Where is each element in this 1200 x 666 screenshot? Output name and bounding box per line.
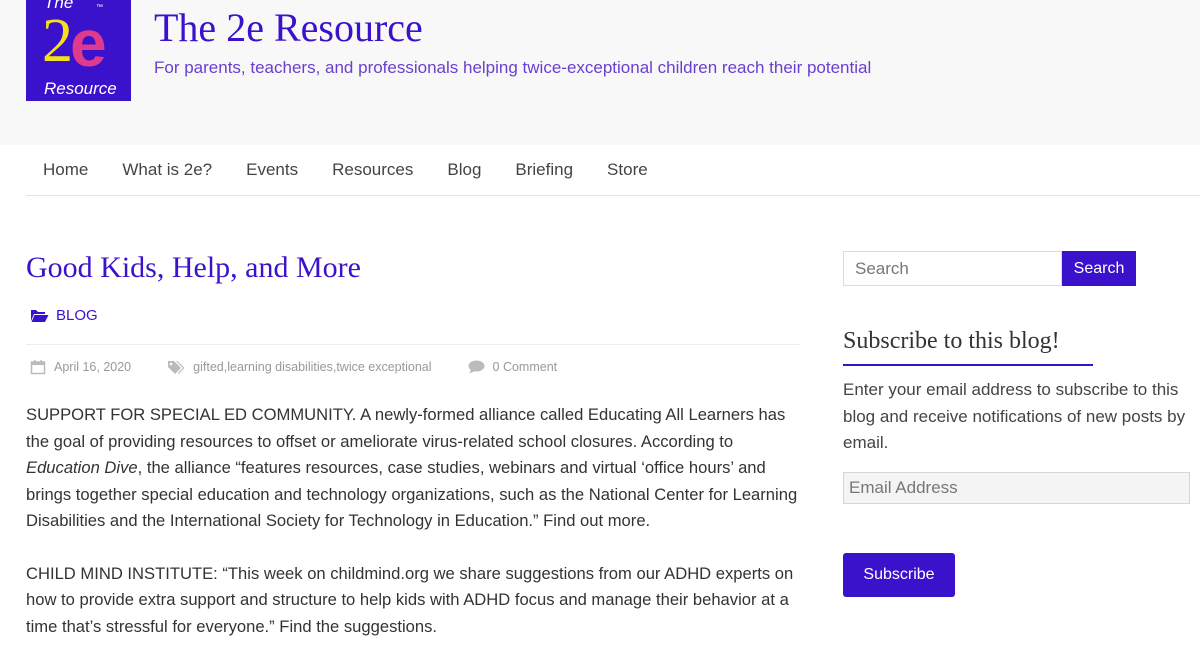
nav-item-briefing[interactable]: Briefing [498,145,590,195]
tags-icon [168,360,185,374]
post-comments-group: 0 Comment [468,360,558,374]
email-field[interactable] [843,472,1190,504]
post-title[interactable]: Good Kids, Help, and More [26,251,361,285]
calendar-icon [30,360,46,375]
post-category-label[interactable]: BLOG [56,307,98,324]
post-meta: April 16, 2020 gifted, learning disabili… [30,359,593,375]
post-category[interactable]: BLOG [30,307,98,324]
nav-item-blog[interactable]: Blog [430,145,498,195]
nav-item-what-is-2e[interactable]: What is 2e? [105,145,229,195]
nav-item-store[interactable]: Store [590,145,665,195]
post-paragraph: SUPPORT FOR SPECIAL ED COMMUNITY. A newl… [26,402,806,535]
post-tags-group: gifted, learning disabilities, twice exc… [167,360,432,375]
post-tag-twice-exceptional[interactable]: twice exceptional [336,360,431,374]
nav-item-resources[interactable]: Resources [315,145,430,195]
logo-bottom-text: Resource [44,79,117,98]
post-tag-learning-disabilities[interactable]: learning disabilities [227,360,333,374]
nav-item-events[interactable]: Events [229,145,315,195]
para1-text-b: , the alliance “features resources, case… [26,458,798,530]
subscribe-widget-title: Subscribe to this blog! [843,328,1060,354]
post-tag-gifted[interactable]: gifted [193,360,224,374]
comment-icon [468,360,485,374]
post-date-group: April 16, 2020 [30,359,131,375]
site-title[interactable]: The 2e Resource [154,6,423,50]
logo-letter: e [70,6,107,80]
logo-trademark: ™ [96,4,103,11]
post-paragraph: CHILD MIND INSTITUTE: “This week on chil… [26,563,794,636]
post-content: SUPPORT FOR SPECIAL ED COMMUNITY. A newl… [26,402,806,666]
search-input[interactable] [843,251,1062,286]
subscribe-description: Enter your email address to subscribe to… [843,380,1186,452]
site-logo[interactable]: The 2 e ™ Resource [26,0,131,101]
logo-number: 2 [42,7,73,75]
post-comments-link[interactable]: 0 Comment [493,360,558,374]
site-header: The 2 e ™ Resource The 2e Resource For p… [0,0,1200,145]
folder-open-icon [31,310,49,322]
post-date[interactable]: April 16, 2020 [54,360,131,374]
main-nav: Home What is 2e? Events Resources Blog B… [26,145,1200,196]
widget-title-underline [843,364,1093,366]
search-button[interactable]: Search [1062,251,1136,286]
nav-item-home[interactable]: Home [26,145,105,195]
subscribe-button[interactable]: Subscribe [843,553,955,597]
para1-text-a: SUPPORT FOR SPECIAL ED COMMUNITY. A newl… [26,405,786,451]
para1-source: Education Dive [26,458,138,477]
meta-divider [26,344,800,345]
site-tagline: For parents, teachers, and professionals… [154,58,872,77]
